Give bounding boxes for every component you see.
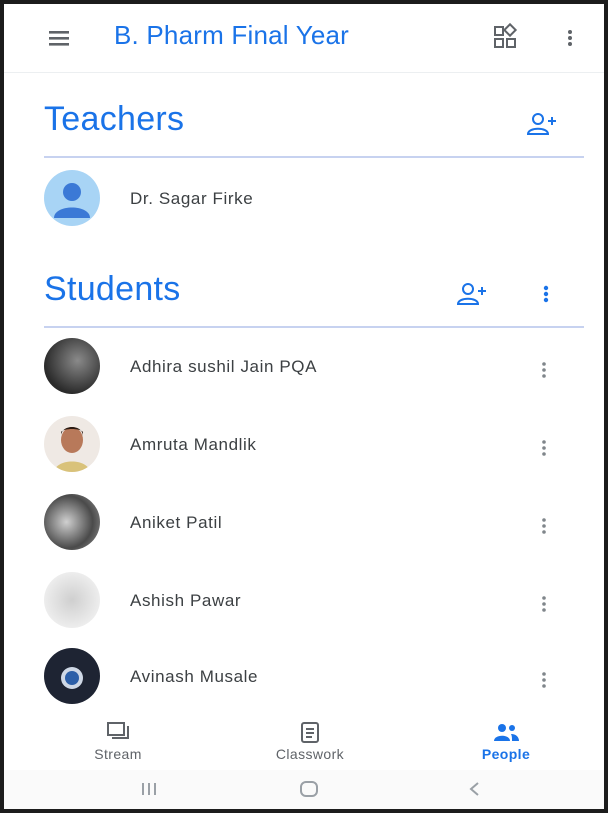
teachers-heading: Teachers — [44, 100, 185, 138]
students-more-icon[interactable] — [538, 278, 554, 310]
student-avatar — [44, 338, 100, 394]
classwork-icon — [296, 720, 324, 744]
nav-classwork-label: Classwork — [275, 746, 345, 762]
nav-people[interactable]: People — [436, 714, 576, 770]
more-vert-icon[interactable] — [536, 356, 552, 384]
nav-stream[interactable]: Stream — [48, 714, 188, 770]
student-avatar — [44, 572, 100, 628]
nav-people-label: People — [481, 746, 531, 762]
back-icon[interactable] — [460, 778, 490, 800]
student-row[interactable]: Aniket Patil — [4, 486, 604, 558]
more-vert-icon[interactable] — [536, 590, 552, 618]
add-teacher-icon[interactable] — [524, 108, 560, 140]
nav-classwork[interactable]: Classwork — [240, 714, 380, 770]
recents-icon[interactable] — [134, 778, 164, 800]
students-heading: Students — [44, 270, 181, 308]
phone-screen: B. Pharm Final Year Teachers Dr. Sagar F… — [0, 0, 608, 813]
student-row[interactable]: Ashish Pawar — [4, 564, 604, 636]
student-name: Ashish Pawar — [130, 591, 242, 610]
teachers-divider — [44, 156, 584, 158]
more-vert-icon[interactable] — [560, 22, 580, 54]
more-vert-icon[interactable] — [536, 434, 552, 462]
student-name: Amruta Mandlik — [130, 435, 257, 454]
student-name: Adhira sushil Jain PQA — [130, 357, 318, 376]
student-row[interactable]: Avinash Musale — [4, 640, 604, 712]
nav-stream-label: Stream — [94, 746, 142, 762]
student-avatar — [44, 416, 100, 472]
stream-icon — [104, 720, 132, 744]
app-bar: B. Pharm Final Year — [4, 4, 604, 73]
teacher-row[interactable]: Dr. Sagar Firke — [4, 162, 604, 234]
default-avatar-icon — [44, 170, 100, 226]
home-icon[interactable] — [294, 778, 324, 800]
hamburger-menu-icon[interactable] — [44, 22, 76, 54]
students-divider — [44, 326, 584, 328]
student-avatar — [44, 648, 100, 704]
student-name: Avinash Musale — [130, 667, 259, 686]
more-vert-icon[interactable] — [536, 666, 552, 694]
student-avatar — [44, 494, 100, 550]
student-name: Aniket Patil — [130, 513, 223, 532]
student-row[interactable]: Amruta Mandlik — [4, 408, 604, 480]
system-navigation-bar — [4, 770, 604, 809]
more-vert-icon[interactable] — [536, 512, 552, 540]
page-title: B. Pharm Final Year — [114, 20, 350, 50]
student-row[interactable]: Adhira sushil Jain PQA — [4, 330, 604, 402]
classroom-apps-icon[interactable] — [490, 22, 522, 54]
people-icon — [492, 720, 520, 744]
bottom-navigation: Stream Classwork People — [4, 714, 604, 770]
teacher-name: Dr. Sagar Firke — [130, 189, 254, 208]
add-student-icon[interactable] — [454, 278, 490, 310]
